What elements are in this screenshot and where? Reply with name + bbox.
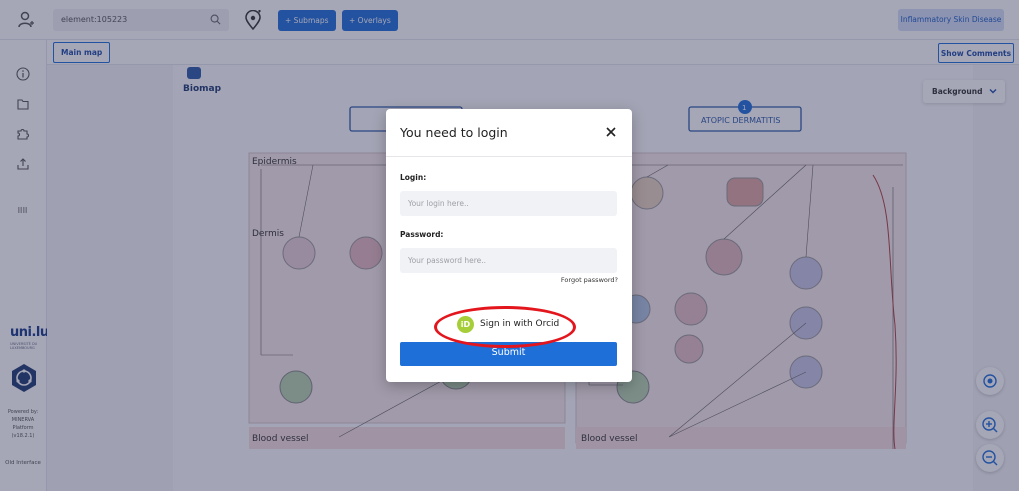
forgot-password-link[interactable]: Forgot password? — [561, 276, 618, 284]
modal-title: You need to login — [400, 125, 508, 140]
password-input[interactable]: Your password here.. — [400, 248, 617, 273]
modal-header: You need to login — [386, 109, 632, 157]
password-label: Password: — [400, 230, 444, 239]
login-input[interactable]: Your login here.. — [400, 191, 617, 216]
close-icon[interactable] — [606, 127, 616, 137]
login-label: Login: — [400, 173, 427, 182]
highlight-ring — [434, 306, 576, 348]
